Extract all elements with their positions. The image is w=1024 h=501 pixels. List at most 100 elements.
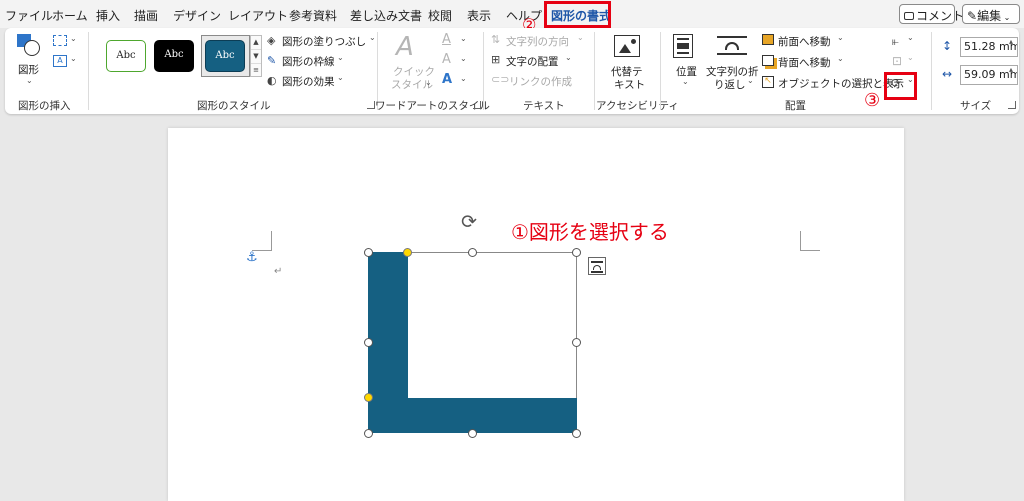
- tab-layout[interactable]: レイアウト: [228, 7, 288, 24]
- comment-icon: [904, 12, 914, 20]
- callout-step3: ③: [864, 90, 881, 111]
- align-text-button[interactable]: 文字の配置: [506, 54, 559, 69]
- shapes-label[interactable]: 図形: [18, 62, 39, 77]
- spin-up-icon[interactable]: ▴: [1009, 65, 1013, 74]
- chevron-down-icon: ⌄: [70, 34, 77, 43]
- chevron-down-icon: ⌄: [337, 73, 344, 82]
- highlight-box-tab: [544, 1, 611, 28]
- group-label-size: サイズ: [960, 100, 992, 112]
- edit-mode-button[interactable]: ✎編集 ⌄: [962, 4, 1020, 24]
- resize-handle-bottom-right[interactable]: [572, 429, 581, 438]
- group-label-text: テキスト: [523, 100, 565, 112]
- layout-options-button[interactable]: [588, 257, 606, 275]
- shape-effects-button[interactable]: 図形の効果: [282, 74, 335, 89]
- document-page[interactable]: ⚓ ↵ ①図形を選択する ⟳: [168, 128, 904, 501]
- align-text-icon: ⊞: [491, 53, 501, 66]
- text-direction-icon: ⇅: [491, 33, 501, 46]
- ribbon-tab-bar: ファイル ホーム 挿入 描画 デザイン レイアウト 参考資料 差し込み文書 校閲…: [0, 0, 1024, 34]
- comment-button[interactable]: コメント: [899, 4, 964, 24]
- chevron-down-icon: ⌄: [70, 54, 77, 63]
- rotation-handle-icon[interactable]: ⟳: [461, 211, 477, 233]
- group-label-accessibility: アクセシビリティ: [596, 100, 679, 112]
- chevron-down-icon: ⌄: [682, 77, 689, 86]
- chevron-down-icon: ⌄: [425, 78, 432, 87]
- resize-handle-top-right[interactable]: [572, 248, 581, 257]
- shape-fill-button[interactable]: 図形の塗りつぶし: [282, 34, 366, 49]
- tab-insert[interactable]: 挿入: [96, 7, 120, 24]
- group-separator: [88, 32, 89, 110]
- edit-shape-icon[interactable]: [53, 35, 67, 46]
- text-outline-icon[interactable]: A: [442, 52, 451, 67]
- tab-design[interactable]: デザイン: [173, 7, 221, 24]
- tab-draw[interactable]: 描画: [134, 7, 158, 24]
- shape-style-outline-green[interactable]: Abc: [106, 40, 146, 72]
- group-separator: [660, 32, 661, 110]
- group-separator: [483, 32, 484, 110]
- text-effects-icon[interactable]: A: [442, 72, 452, 87]
- chevron-down-icon[interactable]: ▼: [251, 50, 261, 64]
- chevron-down-icon: ⌄: [460, 34, 467, 43]
- tab-file[interactable]: ファイル: [5, 7, 53, 24]
- resize-handle-bottom-left[interactable]: [364, 429, 373, 438]
- shape-style-blue[interactable]: Abc: [205, 40, 245, 72]
- l-shape-horizontal-arm[interactable]: [368, 398, 577, 433]
- shape-height-icon: ↕: [942, 39, 953, 53]
- text-direction-button[interactable]: 文字列の方向: [506, 34, 569, 49]
- position-icon[interactable]: [673, 34, 693, 58]
- chevron-down-icon: ⌄: [460, 74, 467, 83]
- tab-home[interactable]: ホーム: [52, 7, 88, 24]
- wordart-launcher-icon[interactable]: [473, 101, 481, 109]
- group-objects-icon[interactable]: ⊡: [892, 54, 902, 68]
- anchor-icon: ⚓: [246, 250, 258, 265]
- align-icon[interactable]: ⫦: [892, 34, 899, 49]
- shape-effects-icon: ◐: [267, 74, 277, 87]
- text-fill-icon[interactable]: A: [442, 32, 451, 47]
- resize-handle-left[interactable]: [364, 338, 373, 347]
- wrap-text-icon[interactable]: [717, 36, 747, 56]
- tab-references[interactable]: 参考資料: [289, 7, 337, 24]
- comment-label: コメント: [916, 9, 965, 23]
- size-launcher-icon[interactable]: [1008, 101, 1016, 109]
- edit-label: 編集: [977, 9, 1002, 23]
- spin-up-icon[interactable]: ▴: [1009, 37, 1013, 46]
- margin-crop-mark-left: [252, 231, 272, 251]
- style-gallery-scroller[interactable]: ▲ ▼ ≡: [250, 35, 262, 77]
- tab-review[interactable]: 校閲: [428, 7, 452, 24]
- bring-forward-icon: [762, 34, 774, 45]
- paint-bucket-icon: ◈: [267, 34, 276, 47]
- alt-text-label-2[interactable]: キスト: [614, 77, 645, 92]
- group-separator: [931, 32, 932, 110]
- paragraph-mark-icon: ↵: [274, 266, 283, 277]
- bring-forward-button[interactable]: 前面へ移動: [778, 34, 831, 49]
- shape-width-icon: ↔: [942, 67, 953, 81]
- resize-handle-bottom[interactable]: [468, 429, 477, 438]
- alt-text-icon[interactable]: [614, 35, 640, 57]
- chevron-down-icon: ⌄: [1001, 13, 1011, 22]
- ribbon: 図形 ⌄ ⌄ A ⌄ 図形の挿入 Abc Abc Abc ▲ ▼ ≡ ◈ 図形の…: [5, 28, 1019, 114]
- shape-styles-launcher-icon[interactable]: [367, 101, 375, 109]
- shape-outline-button[interactable]: 図形の枠線: [282, 54, 335, 69]
- quick-style-a-icon[interactable]: A: [396, 32, 414, 62]
- shape-style-black[interactable]: Abc: [154, 40, 194, 72]
- chevron-down-icon: ⌄: [460, 54, 467, 63]
- tab-view[interactable]: 表示: [467, 7, 491, 24]
- selection-pane-icon: ↖: [762, 76, 774, 88]
- adjust-handle-yellow[interactable]: [364, 393, 373, 402]
- pencil-icon: ✎: [967, 9, 978, 23]
- resize-handle-right[interactable]: [572, 338, 581, 347]
- resize-handle-top-left[interactable]: [364, 248, 373, 257]
- chevron-down-icon: ⌄: [907, 53, 914, 62]
- adjust-handle-yellow[interactable]: [403, 248, 412, 257]
- send-backward-button[interactable]: 背面へ移動: [778, 55, 831, 70]
- tab-mailings[interactable]: 差し込み文書: [350, 7, 422, 24]
- gallery-more-icon[interactable]: ≡: [251, 64, 261, 78]
- wrap-text-label-2[interactable]: り返し: [714, 77, 746, 92]
- resize-handle-top[interactable]: [468, 248, 477, 257]
- text-box-icon[interactable]: A: [53, 55, 67, 67]
- chevron-up-icon[interactable]: ▲: [251, 36, 261, 50]
- chevron-down-icon: ⌄: [369, 33, 376, 42]
- pen-outline-icon: ✎: [267, 54, 277, 67]
- margin-crop-mark-right: [800, 231, 820, 251]
- shapes-icon[interactable]: [17, 34, 41, 56]
- create-link-button[interactable]: リンクの作成: [509, 74, 572, 89]
